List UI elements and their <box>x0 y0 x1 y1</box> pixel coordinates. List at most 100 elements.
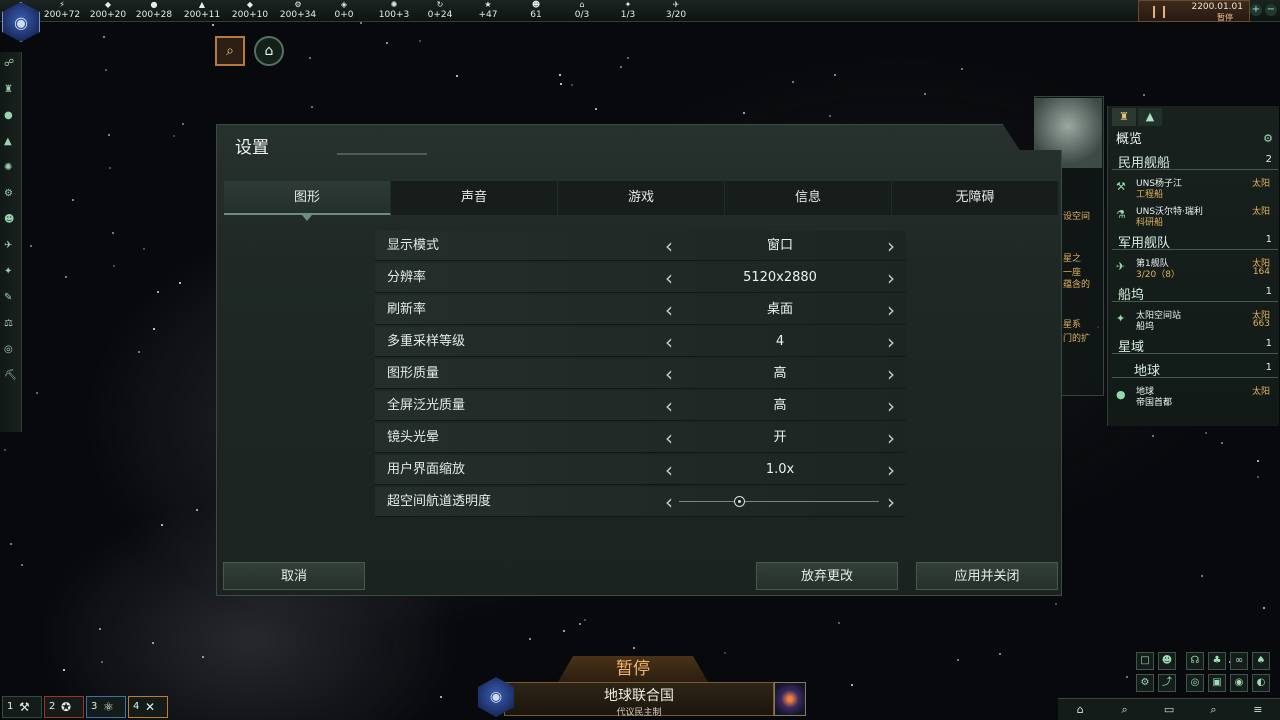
outliner-planet-item[interactable]: ● 地球 帝国首都 太阳 <box>1112 382 1278 408</box>
resource-food[interactable]: ● 200+28 <box>132 0 176 22</box>
control-group-2[interactable]: 2 ✪ <box>44 696 84 718</box>
galactic-community-icon[interactable]: ◎ <box>4 344 21 364</box>
star <box>386 42 388 44</box>
speed-down-icon[interactable]: − <box>1265 4 1277 16</box>
tab-sound[interactable]: 声音 <box>391 181 558 215</box>
prev-arrow-icon[interactable]: ‹ <box>659 487 679 517</box>
archaeology-icon[interactable]: ⛏ <box>4 370 21 390</box>
technology-icon[interactable]: ⚙ <box>4 188 21 208</box>
outliner-tab-government-icon[interactable]: ♜ <box>1112 108 1136 126</box>
outliner-settings-icon[interactable]: ⚙ <box>1263 132 1273 145</box>
prev-arrow-icon[interactable]: ‹ <box>659 295 679 325</box>
government-tab-icon[interactable]: ♜ <box>4 84 21 104</box>
prev-arrow-icon[interactable]: ‹ <box>659 263 679 293</box>
cancel-button[interactable]: 取消 <box>223 562 365 590</box>
apply-and-close-button[interactable]: 应用并关闭 <box>916 562 1058 590</box>
next-arrow-icon[interactable]: › <box>881 295 901 325</box>
target-mode-icon[interactable]: ◎ <box>1186 674 1204 692</box>
tab-game[interactable]: 游戏 <box>558 181 725 215</box>
next-arrow-icon[interactable]: › <box>881 231 901 261</box>
square-mode-icon[interactable]: □ <box>1136 652 1154 670</box>
situation-log-icon[interactable]: ⌕ <box>215 36 245 66</box>
tab-accessibility[interactable]: 无障碍 <box>892 181 1059 215</box>
resource-alloys[interactable]: ◆ 200+10 <box>228 0 272 22</box>
planets-icon[interactable]: ● <box>4 110 21 130</box>
resource-energy[interactable]: ⚡ 200+72 <box>40 0 84 22</box>
zoom-icon[interactable]: ⌕ <box>1102 699 1146 720</box>
home-icon[interactable]: ⌂ <box>1058 699 1102 720</box>
prev-arrow-icon[interactable]: ‹ <box>659 455 679 485</box>
next-arrow-icon[interactable]: › <box>881 263 901 293</box>
tab-info[interactable]: 信息 <box>725 181 892 215</box>
resource-amenities[interactable]: ★ +47 <box>466 0 510 22</box>
link-mode-icon[interactable]: ∞ <box>1230 652 1248 670</box>
prev-arrow-icon[interactable]: ‹ <box>659 359 679 389</box>
prev-arrow-icon[interactable]: ‹ <box>659 327 679 357</box>
outliner-section-military[interactable]: 军用舰队 1 <box>1112 232 1278 251</box>
next-arrow-icon[interactable]: › <box>881 359 901 389</box>
eye-mode-icon[interactable]: ◉ <box>1230 674 1248 692</box>
government-icon[interactable]: ⌂ <box>254 36 284 66</box>
species-icon[interactable]: ☻ <box>4 214 21 234</box>
outliner-section-planet[interactable]: 地球 1 <box>1112 360 1278 379</box>
outliner-ship-item[interactable]: ⚒ UNS杨子江 工程船 太阳 <box>1112 174 1278 200</box>
opacity-slider-track[interactable] <box>679 501 879 502</box>
control-group-3[interactable]: 3 ⚛ <box>86 696 126 718</box>
resource-pops[interactable]: ☻ 61 <box>514 0 558 22</box>
next-arrow-icon[interactable]: › <box>881 327 901 357</box>
resource-unity[interactable]: ✺ 100+3 <box>372 0 416 22</box>
outliner-tab-ships-icon[interactable]: ▲ <box>1138 108 1162 126</box>
resource-consumer-goods[interactable]: ▲ 200+11 <box>180 0 224 22</box>
next-arrow-icon[interactable]: › <box>881 391 901 421</box>
star <box>620 66 622 68</box>
outliner-ship-item[interactable]: ⚗ UNS沃尔特·瑞利 科研船 太阳 <box>1112 202 1278 228</box>
game-status: 暂停 <box>1217 13 1233 22</box>
resource-minerals[interactable]: ◆ 200+20 <box>86 0 130 22</box>
tab-graphics[interactable]: 图形 <box>224 181 391 221</box>
leader-mode-icon[interactable]: ♣ <box>1208 652 1226 670</box>
resource-fleet[interactable]: ✈ 3/20 <box>654 0 698 22</box>
opacity-slider-handle[interactable] <box>734 496 745 507</box>
expansion-icon[interactable]: ✦ <box>4 266 21 286</box>
edicts-icon[interactable]: ✎ <box>4 292 21 312</box>
search-icon[interactable]: ⌕ <box>1191 699 1235 720</box>
box-mode-icon[interactable]: ▣ <box>1208 674 1226 692</box>
speed-up-icon[interactable]: + <box>1250 4 1262 16</box>
resource-research[interactable]: ↻ 0+24 <box>418 0 462 22</box>
pop-mode-icon[interactable]: ☻ <box>1158 652 1176 670</box>
market-icon[interactable]: ⚖ <box>4 318 21 338</box>
prev-arrow-icon[interactable]: ‹ <box>659 423 679 453</box>
species-mode-icon[interactable]: ☊ <box>1186 652 1204 670</box>
outliner-starbase-item[interactable]: ✦ 太阳空间站 船坞 太阳 663 <box>1112 306 1278 332</box>
empire-name-bar[interactable]: 地球联合国 代议民主制 <box>504 682 774 718</box>
pause-icon[interactable]: ❙❙ <box>1149 4 1169 18</box>
outliner-section-sector[interactable]: 星域 1 <box>1112 336 1278 355</box>
chat-icon[interactable]: ▭ <box>1147 699 1191 720</box>
prev-arrow-icon[interactable]: ‹ <box>659 231 679 261</box>
resource-influence[interactable]: ◈ 0+0 <box>322 0 366 22</box>
vision-mode-icon[interactable]: ◐ <box>1252 674 1270 692</box>
outliner-section-civilian[interactable]: 民用舰船 2 <box>1112 152 1278 171</box>
tree-mode-icon[interactable]: ♠ <box>1252 652 1270 670</box>
resource-engineering[interactable]: ⚙ 200+34 <box>276 0 320 22</box>
discard-changes-button[interactable]: 放弃更改 <box>756 562 898 590</box>
next-arrow-icon[interactable]: › <box>881 423 901 453</box>
prev-arrow-icon[interactable]: ‹ <box>659 391 679 421</box>
traditions-icon[interactable]: ✺ <box>4 162 21 182</box>
menu-icon[interactable]: ≡ <box>1236 699 1280 720</box>
next-arrow-icon[interactable]: › <box>881 455 901 485</box>
control-group-4[interactable]: 4 ✕ <box>128 696 168 718</box>
resource-housing[interactable]: ⌂ 0/3 <box>560 0 604 22</box>
control-group-1[interactable]: 1 ⚒ <box>2 696 42 718</box>
contacts-icon[interactable]: ☍ <box>4 58 21 78</box>
resource-starbase[interactable]: ✦ 1/3 <box>606 0 650 22</box>
ship-designer-icon[interactable]: ▲ <box>4 136 21 156</box>
gear-mode-icon[interactable]: ⚙ <box>1136 674 1154 692</box>
date-control[interactable]: ❙❙ 2200.01.01 暂停 <box>1138 0 1250 22</box>
route-mode-icon[interactable]: ⤴ <box>1158 674 1176 692</box>
fleet-manager-icon[interactable]: ✈ <box>4 240 21 260</box>
outliner-fleet-item[interactable]: ✈ 第1舰队 3/20（8） 太阳 164 <box>1112 254 1278 280</box>
outliner-section-starbase[interactable]: 船坞 1 <box>1112 284 1278 303</box>
next-arrow-icon[interactable]: › <box>881 487 901 517</box>
galaxy-map-icon[interactable] <box>774 682 806 716</box>
